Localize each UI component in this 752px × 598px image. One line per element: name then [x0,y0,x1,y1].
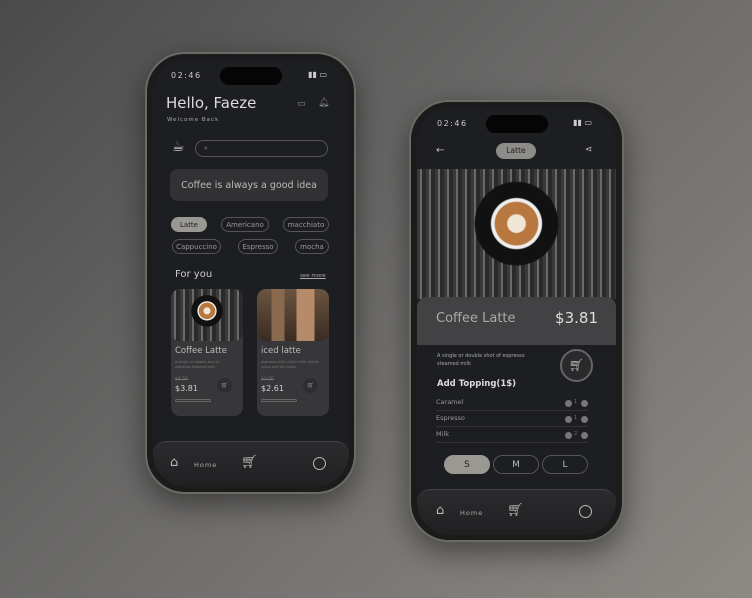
chip-cappuccino[interactable]: Cappuccino [172,239,221,254]
dynamic-island [220,67,282,85]
calendar-icon[interactable]: ▭ [297,99,306,109]
size-m-button[interactable]: M [493,455,539,474]
coffee-cup-icon: ☕︎ [172,139,185,155]
topping-name: Milk [436,430,449,438]
topping-qty: 2 [574,431,578,437]
minus-button[interactable] [565,432,572,439]
card-name: iced latte [261,346,301,356]
greeting: Hello, Faeze [166,94,257,112]
product-header: Coffee Latte $3.81 [417,297,616,345]
bell-icon[interactable]: 🔔︎ [318,98,329,108]
chip-macchiato[interactable]: macchiato [283,217,329,232]
card-price: $2.61 [261,384,284,393]
topping-name: Espresso [436,414,465,422]
product-name: Coffee Latte [436,311,516,326]
status-time: 02:46 [437,119,468,128]
status-time: 02:46 [171,71,202,80]
latte-photo [171,289,243,341]
topping-row: Milk 2 [436,428,588,443]
bottom-nav: ⌂ Home 🛒︎ [417,489,616,535]
card-price: $3.81 [175,384,198,393]
iced-latte-photo [257,289,329,341]
share-icon[interactable]: ⋖ [585,145,593,155]
plus-button[interactable] [581,416,588,423]
topping-qty: 1 [574,415,578,421]
topping-title: Add Topping(1$) [437,379,517,389]
see-more-link[interactable]: see more [300,273,326,279]
title-pill: Latte [496,143,536,159]
chip-mocha[interactable]: mocha [295,239,329,254]
home-icon[interactable]: ⌂ [170,455,178,470]
signal-battery-icon: ▮▮ ▭ [308,70,327,79]
cart-icon[interactable]: 🛒︎ [241,455,258,470]
welcome-subtitle: Welcome Back [167,117,220,123]
size-l-button[interactable]: L [542,455,588,474]
latte-hero-photo [417,169,616,299]
plus-button[interactable] [581,432,588,439]
add-to-cart-button[interactable]: 🛒︎ [560,349,593,382]
add-to-cart-icon[interactable]: 🛒︎ [303,378,318,393]
nav-home-label[interactable]: Home [460,509,483,517]
chip-americano[interactable]: Americano [221,217,269,232]
minus-button[interactable] [565,400,572,407]
signal-battery-icon: ▮▮ ▭ [573,118,592,127]
profile-icon[interactable] [579,505,592,518]
back-arrow-icon[interactable]: ← [436,145,444,156]
product-card[interactable]: iced latte espresso with chilled milk si… [257,289,329,416]
cart-icon[interactable]: 🛒︎ [507,503,524,518]
size-selector[interactable] [175,399,211,402]
home-icon[interactable]: ⌂ [436,503,444,518]
minus-button[interactable] [565,416,572,423]
add-to-cart-icon[interactable]: 🛒︎ [217,378,232,393]
card-desc: espresso with chilled milk simple syrup … [261,360,319,369]
bottom-nav: ⌂ Home 🛒︎ [153,441,349,487]
home-screen: 02:46 ▮▮ ▭ Hello, Faeze Welcome Back ▭ 🔔… [153,59,349,487]
nav-home-label[interactable]: Home [194,461,217,469]
product-card[interactable]: Coffee Latte a single or double shot of … [171,289,243,416]
product-desc: A single or double shot of espresso stea… [437,353,525,367]
dynamic-island [485,115,548,133]
card-desc: a single or double shot of espresso stea… [175,360,220,369]
topping-row: Caramel 1 [436,396,588,411]
detail-screen: 02:46 ▮▮ ▭ ← Latte ⋖ Coffee Latte $3.81 … [417,107,616,535]
topping-row: Espresso 1 [436,412,588,427]
size-s-button[interactable]: S [444,455,490,474]
promo-banner: Coffee is always a good idea [170,169,328,201]
topping-name: Caramel [436,398,464,406]
card-name: Coffee Latte [175,346,227,356]
product-price: $3.81 [555,309,598,327]
old-price: $3.50 [261,377,274,382]
chip-latte[interactable]: Latte [171,217,207,232]
plus-button[interactable] [581,400,588,407]
topping-qty: 1 [574,399,578,405]
search-input[interactable]: ⌕ [195,140,328,157]
section-title: For you [175,269,213,280]
chip-espresso[interactable]: Espresso [238,239,278,254]
size-selector[interactable] [261,399,297,402]
old-price: $4.50 [175,377,188,382]
profile-icon[interactable] [313,457,326,470]
